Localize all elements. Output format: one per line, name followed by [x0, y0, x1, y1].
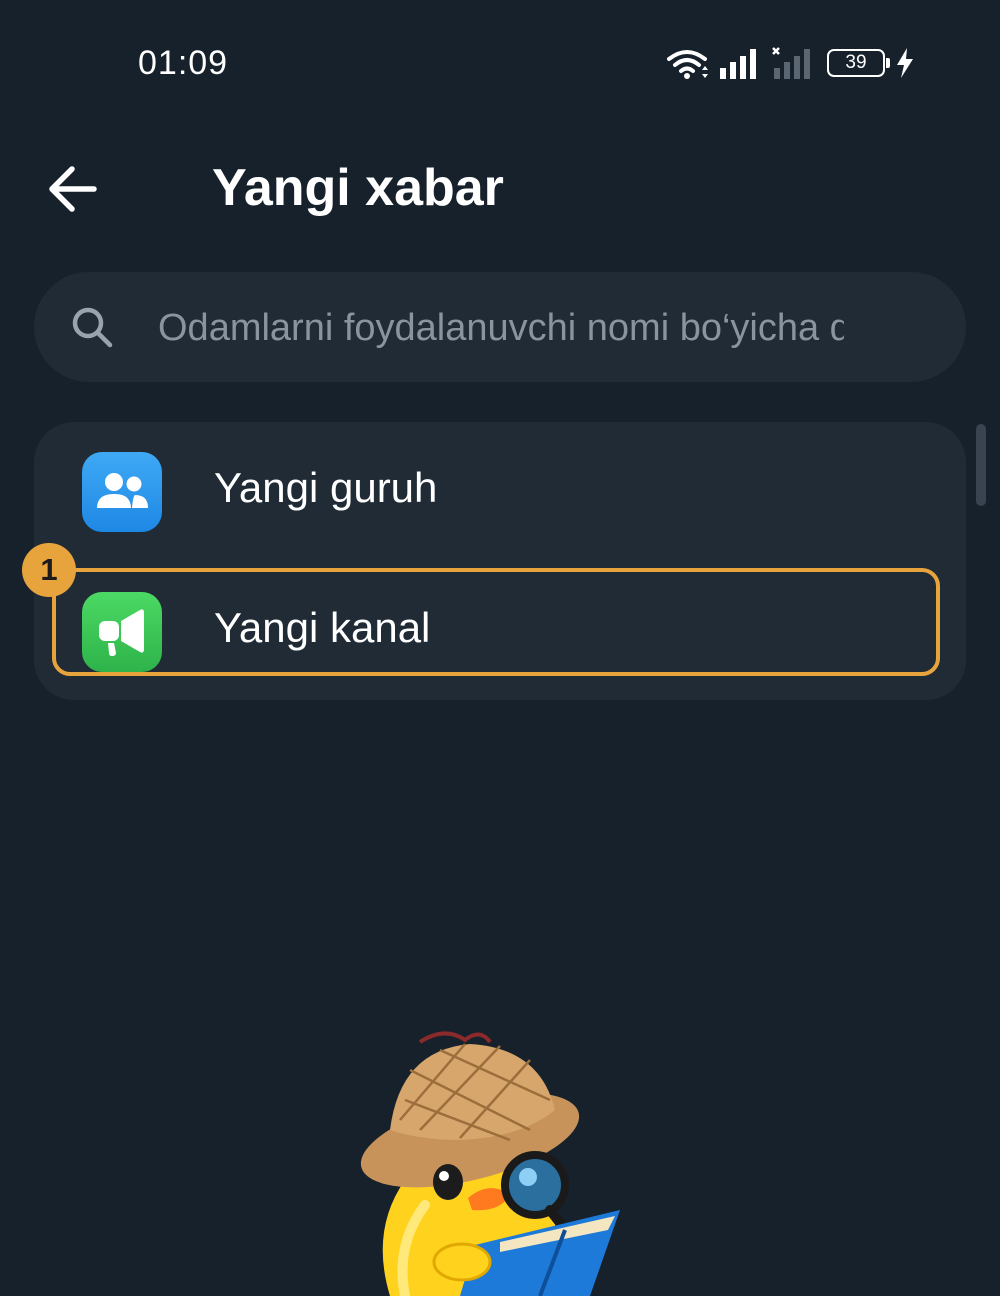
page-title: Yangi xabar — [212, 159, 504, 217]
charging-icon — [897, 48, 913, 78]
new-group-label: Yangi guruh — [214, 464, 438, 511]
signal-icon — [720, 49, 756, 79]
new-chat-options: Yangi guruh Yangi kanal — [34, 422, 966, 700]
new-channel-item[interactable]: Yangi kanal — [34, 562, 966, 700]
megaphone-icon — [82, 592, 162, 672]
group-icon — [82, 452, 162, 532]
signal-no-service-icon — [772, 47, 810, 79]
search-box[interactable] — [34, 272, 966, 382]
step-badge: 1 — [22, 543, 76, 597]
app-header: Yangi xabar — [0, 130, 1000, 250]
back-button[interactable] — [40, 154, 110, 224]
new-channel-label: Yangi kanal — [214, 604, 431, 651]
status-bar: 01:09 39 — [0, 0, 1000, 130]
search-icon — [72, 307, 113, 348]
status-time: 01:09 — [138, 44, 229, 82]
duck-detective-sticker — [360, 1031, 620, 1296]
arrow-left-icon — [49, 166, 97, 212]
wifi-icon — [667, 50, 708, 79]
status-icons: 39 — [665, 46, 925, 86]
new-group-item[interactable]: Yangi guruh — [34, 422, 966, 560]
scrollbar[interactable] — [976, 424, 986, 506]
battery-icon: 39 — [827, 49, 890, 77]
search-input[interactable] — [158, 302, 844, 354]
